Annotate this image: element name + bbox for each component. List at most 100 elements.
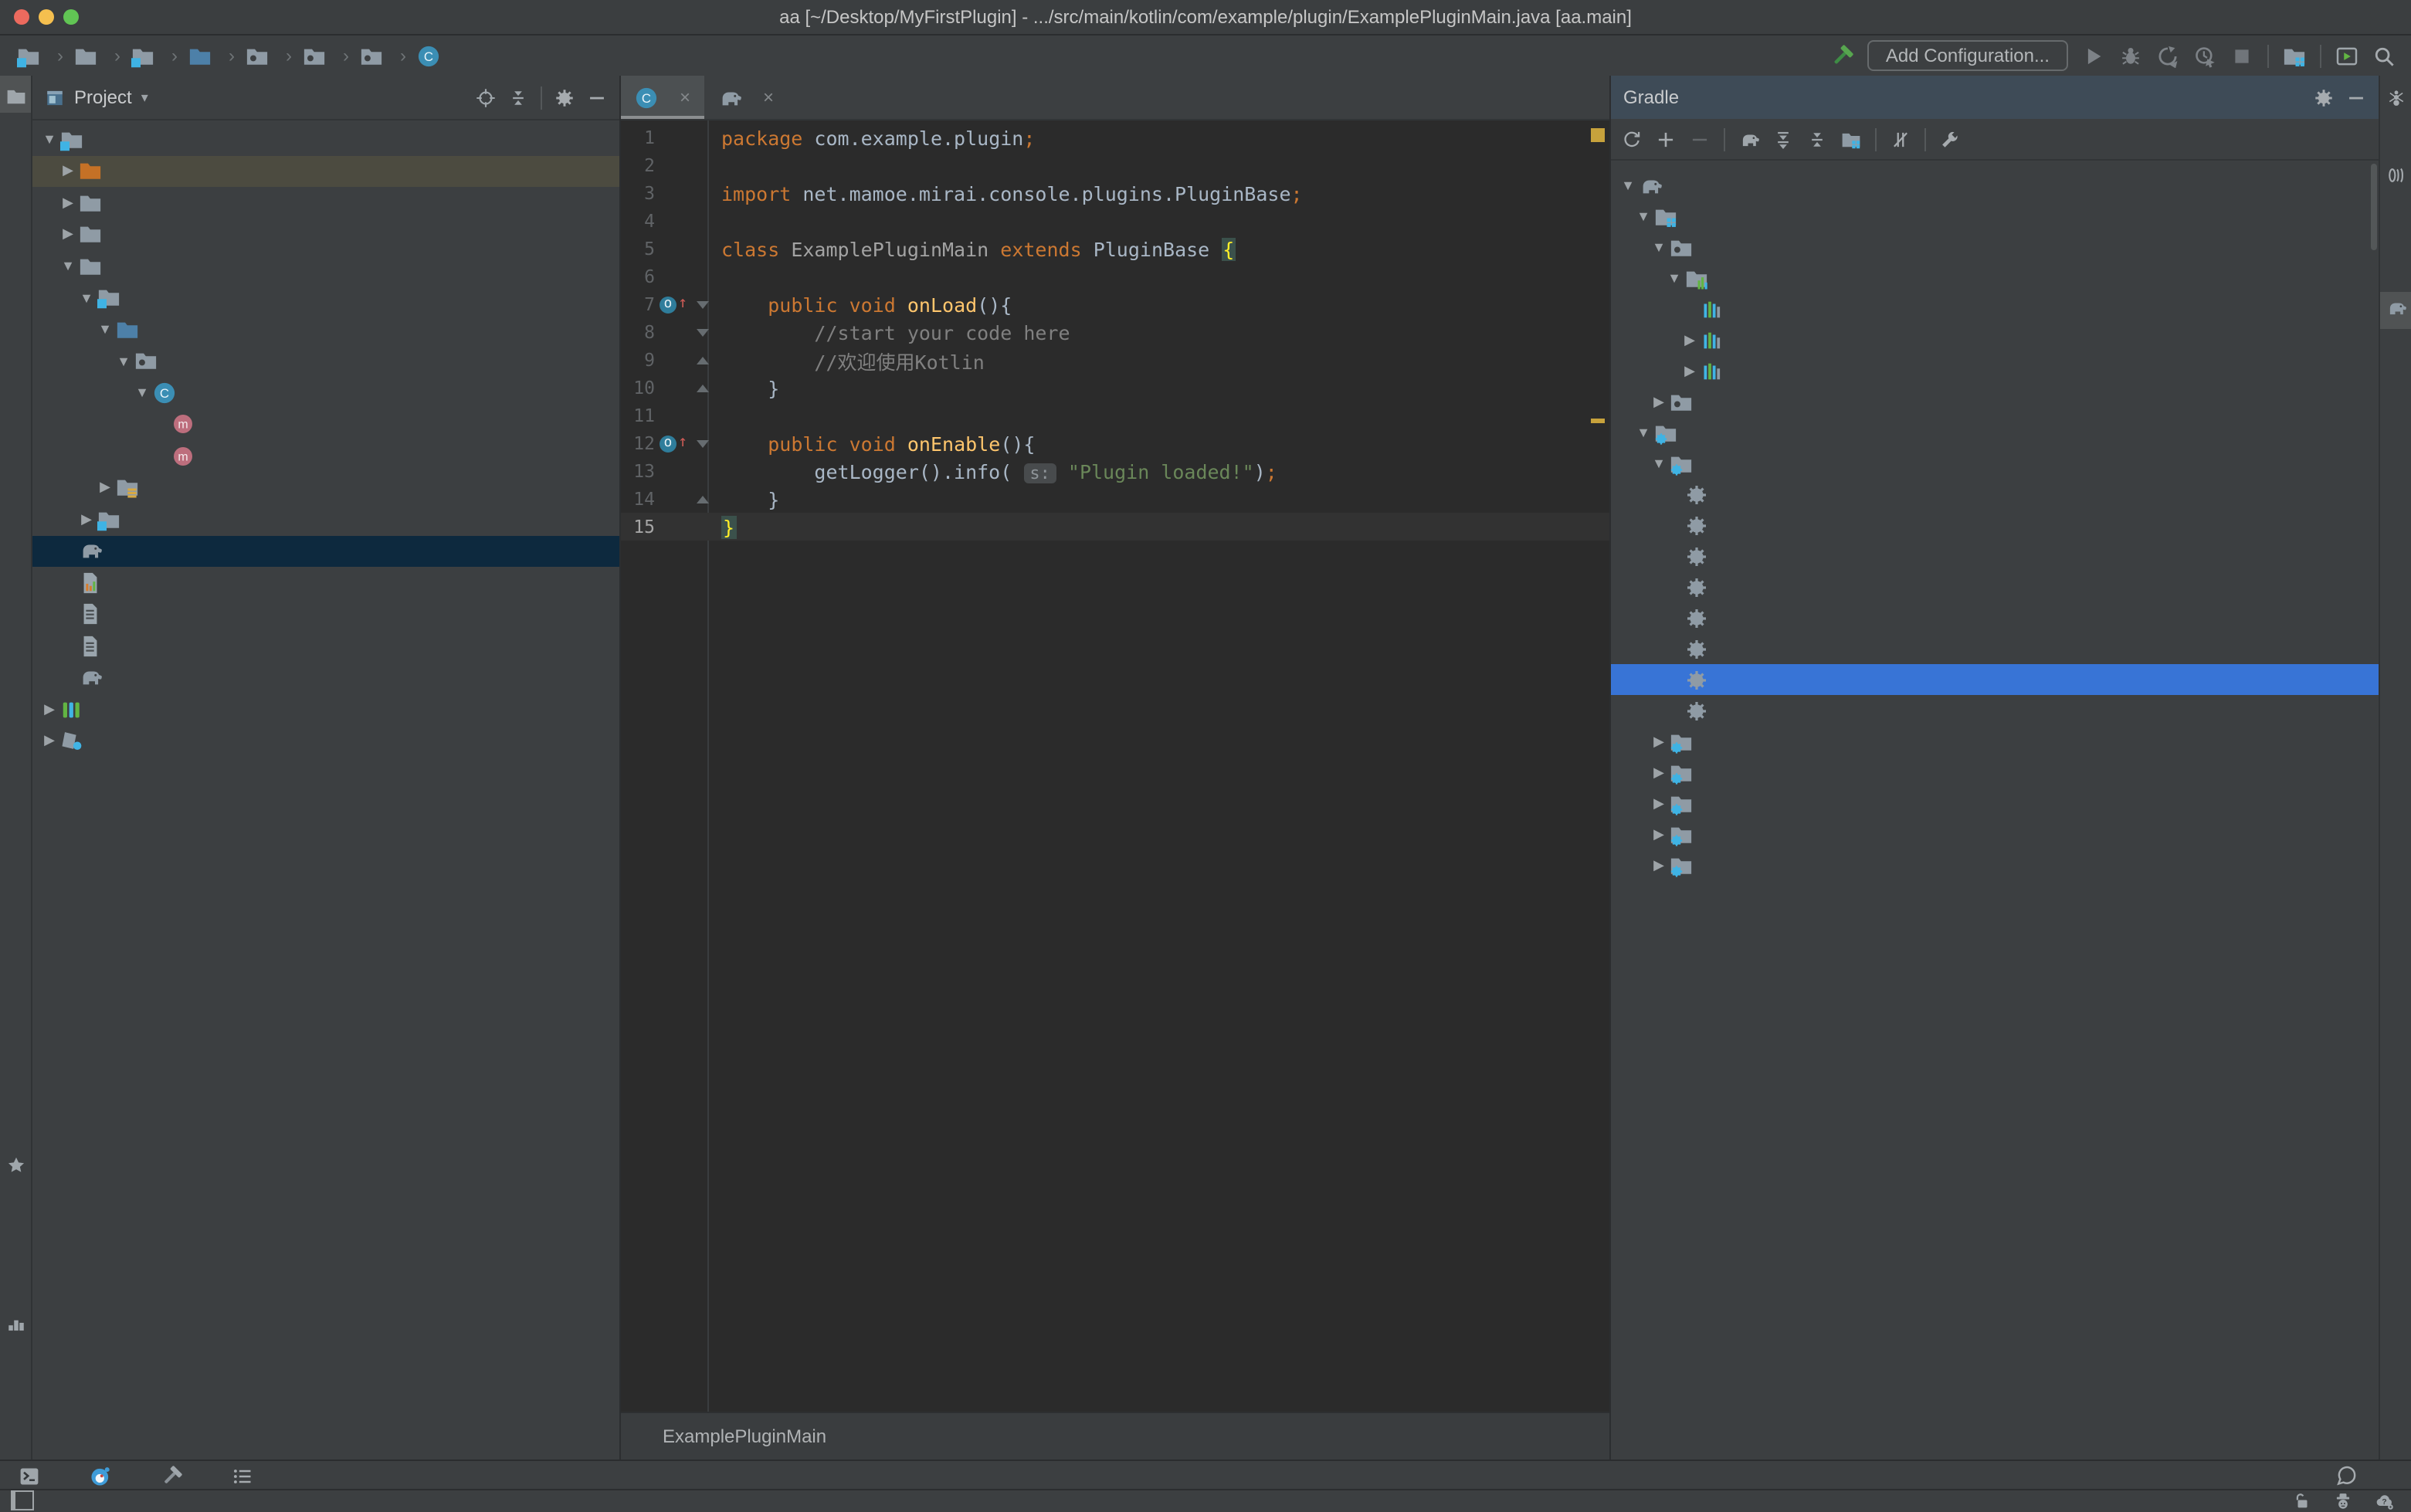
- tree-item-verification[interactable]: ▶: [1611, 849, 2379, 880]
- chevron-expanded-icon[interactable]: ▼: [57, 259, 79, 274]
- gradle-scrollbar[interactable]: [2371, 164, 2377, 250]
- locate-icon[interactable]: [476, 87, 496, 107]
- tree-item-build[interactable]: ▼: [1611, 448, 2379, 479]
- tree-item-examplepluginmain[interactable]: ▼C: [32, 377, 619, 409]
- bottom-tab-terminal[interactable]: [19, 1465, 49, 1487]
- chevron-collapsed-icon[interactable]: ▶: [57, 195, 79, 212]
- tree-item-settings-gradle[interactable]: [32, 662, 619, 693]
- tree-item-builddependents[interactable]: [1611, 541, 2379, 571]
- toolwindow-button-gradle[interactable]: [2380, 292, 2411, 329]
- tree-item-gradlew[interactable]: [32, 598, 619, 630]
- fold-end-icon[interactable]: [697, 356, 709, 364]
- chevron-collapsed-icon[interactable]: ▶: [76, 511, 97, 528]
- refresh-icon[interactable]: [1622, 129, 1642, 149]
- run-icon[interactable]: [2082, 44, 2105, 67]
- chevron-collapsed-icon[interactable]: ▶: [39, 733, 60, 750]
- chevron-expanded-icon[interactable]: ▼: [1663, 270, 1685, 286]
- expand-all-icon[interactable]: [1773, 129, 1793, 149]
- code-line-9[interactable]: 9 //欢迎使用Kotlin: [621, 346, 1609, 374]
- tree-item-classes[interactable]: [1611, 602, 2379, 633]
- cloud-icon[interactable]: ?: [2375, 1492, 2394, 1510]
- breadcrumb-item-main[interactable]: [130, 44, 162, 67]
- coverage-icon[interactable]: [2156, 44, 2179, 67]
- chevron-expanded-icon[interactable]: ▼: [1617, 178, 1639, 193]
- tree-item-jar[interactable]: [1611, 664, 2379, 695]
- chevron-expanded-icon[interactable]: ▼: [131, 385, 153, 401]
- code-line-8[interactable]: 8 //start your code here: [621, 318, 1609, 346]
- tree-item-build[interactable]: [1611, 510, 2379, 541]
- chevron-collapsed-icon[interactable]: ▶: [1648, 393, 1670, 410]
- code-line-11[interactable]: 11: [621, 402, 1609, 429]
- code-line-6[interactable]: 6: [621, 263, 1609, 290]
- fold-end-icon[interactable]: [697, 384, 709, 392]
- tree-item-help[interactable]: ▶: [1611, 788, 2379, 819]
- tree-item-gradle[interactable]: ▶: [32, 219, 619, 250]
- chevron-expanded-icon[interactable]: ▼: [1633, 425, 1654, 440]
- breadcrumb-item-src[interactable]: [73, 44, 105, 67]
- bottom-tab-event-log[interactable]: [2335, 1464, 2368, 1487]
- tree-item-gradle-properties[interactable]: [32, 567, 619, 598]
- tree-item-test[interactable]: ▶: [32, 503, 619, 535]
- stop-icon[interactable]: [2230, 44, 2253, 67]
- code-editor[interactable]: 1package com.example.plugin;23import net…: [621, 120, 1609, 1412]
- code-line-4[interactable]: 4: [621, 207, 1609, 235]
- settings-gear-icon[interactable]: [554, 87, 575, 107]
- toolwindow-button-ant[interactable]: [2380, 82, 2411, 119]
- project-panel-title[interactable]: Project: [74, 86, 132, 108]
- chevron-expanded-icon[interactable]: ▼: [1648, 239, 1670, 255]
- chevron-down-icon[interactable]: ▾: [141, 89, 148, 106]
- code-line-2[interactable]: 2: [621, 151, 1609, 179]
- zoom-window-button[interactable]: [63, 9, 79, 25]
- editor-breadcrumb-item[interactable]: ExamplePluginMain: [663, 1426, 826, 1447]
- code-line-13[interactable]: 13 getLogger().info( s: "Plugin loaded!"…: [621, 457, 1609, 485]
- debug-icon[interactable]: [2119, 44, 2142, 67]
- tree-item-com-example-plugin[interactable]: ▼: [32, 345, 619, 377]
- settings-gear-icon[interactable]: [2314, 87, 2334, 107]
- toolwindow-button-1-project[interactable]: [0, 76, 31, 113]
- add-icon[interactable]: [1656, 129, 1676, 149]
- overrides-method-icon[interactable]: o↑: [660, 435, 687, 452]
- tree-item-resources[interactable]: ▶: [32, 472, 619, 503]
- code-line-5[interactable]: 5class ExamplePluginMain extends PluginB…: [621, 235, 1609, 263]
- chevron-expanded-icon[interactable]: ▼: [113, 354, 134, 369]
- profiler-icon[interactable]: [2193, 44, 2216, 67]
- code-line-12[interactable]: 12o↑ public void onEnable(){: [621, 429, 1609, 457]
- fold-start-icon[interactable]: [697, 300, 709, 308]
- tree-item-org-jetbrains-kotlin-kotlin-stdlib-jdk8-1-3-61[interactable]: ▶: [1611, 355, 2379, 386]
- bottom-tab-luacheck[interactable]: [90, 1465, 120, 1487]
- chevron-expanded-icon[interactable]: ▼: [76, 290, 97, 306]
- chevron-collapsed-icon[interactable]: ▶: [39, 701, 60, 718]
- run-window-icon[interactable]: [2335, 44, 2358, 67]
- tree-item-buildneeded[interactable]: [1611, 571, 2379, 602]
- bottom-tab-6-todo[interactable]: [232, 1465, 263, 1487]
- hide-icon[interactable]: [587, 87, 607, 107]
- toolwindow-button-2-favorites[interactable]: [0, 1144, 31, 1181]
- tree-item-assemble[interactable]: [1611, 479, 2379, 510]
- overrides-method-icon[interactable]: o↑: [660, 296, 687, 313]
- add-configuration-button[interactable]: Add Configuration...: [1867, 40, 2068, 71]
- fold-start-icon[interactable]: [697, 439, 709, 447]
- chevron-collapsed-icon[interactable]: ▶: [1648, 733, 1670, 750]
- tree-item-build-gradle[interactable]: [32, 535, 619, 567]
- chevron-collapsed-icon[interactable]: ▶: [1679, 362, 1701, 379]
- minimize-window-button[interactable]: [39, 9, 54, 25]
- collapse-all-icon[interactable]: [508, 87, 528, 107]
- tree-item-other[interactable]: ▶: [1611, 819, 2379, 849]
- breadcrumb-item-com[interactable]: [244, 44, 276, 67]
- chevron-collapsed-icon[interactable]: ▶: [94, 480, 116, 497]
- tree-item-main[interactable]: ▼: [1611, 232, 2379, 263]
- execute-icon[interactable]: [1739, 129, 1759, 149]
- tree-item-main[interactable]: ▼: [32, 282, 619, 314]
- toolwindow-button-7-structure[interactable]: [0, 1302, 31, 1339]
- chevron-collapsed-icon[interactable]: ▶: [57, 163, 79, 180]
- fold-start-icon[interactable]: [697, 328, 709, 336]
- close-window-button[interactable]: [14, 9, 29, 25]
- editor-tab-examplepluginmain-java[interactable]: C×: [621, 76, 704, 119]
- breadcrumb-item-plugin[interactable]: [358, 44, 391, 67]
- chevron-collapsed-icon[interactable]: ▶: [1648, 825, 1670, 842]
- chevron-collapsed-icon[interactable]: ▶: [57, 226, 79, 243]
- breadcrumb-item-examplepluginmain[interactable]: C: [415, 44, 448, 67]
- tree-item-gradle[interactable]: ▶: [32, 155, 619, 187]
- breadcrumb-item-kotlin[interactable]: [187, 44, 219, 67]
- breadcrumb-item-example[interactable]: [301, 44, 334, 67]
